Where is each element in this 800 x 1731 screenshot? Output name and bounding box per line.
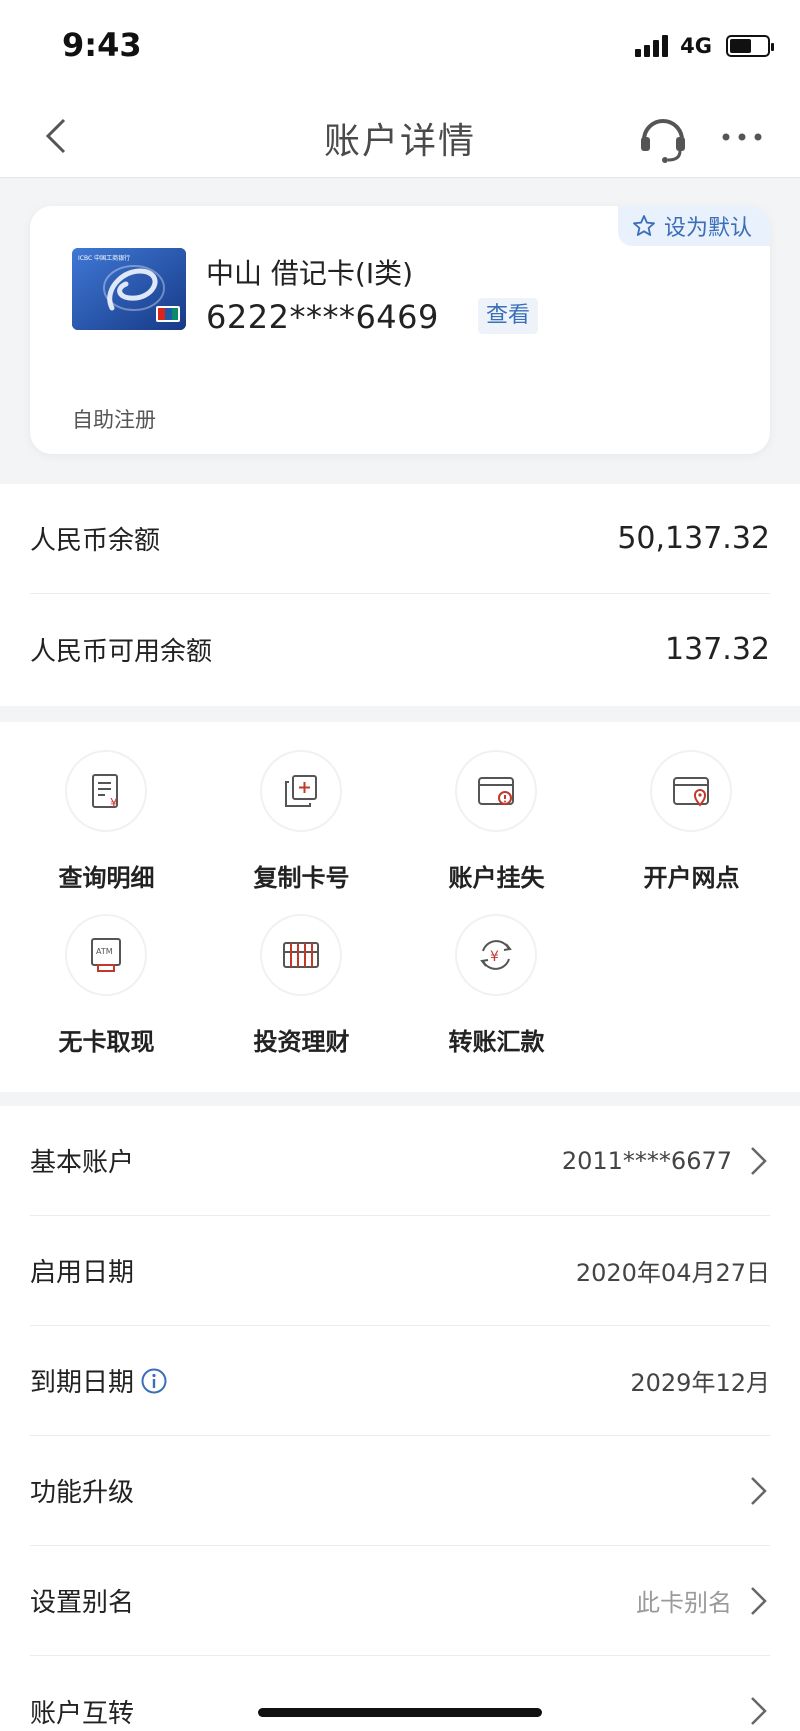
info-row-upgrade[interactable]: 功能升级 <box>30 1436 770 1546</box>
balance-value: 50,137.32 <box>617 521 770 556</box>
status-indicators: 4G <box>635 34 774 58</box>
info-row-start-date: 启用日期 2020年04月27日 <box>30 1216 770 1326</box>
action-icon-wrap: ATM <box>67 916 145 994</box>
action-icon-wrap: ¥ <box>457 916 535 994</box>
action-icon-wrap <box>262 916 340 994</box>
set-default-button[interactable]: 设为默认 <box>617 206 770 246</box>
action-label: 转账汇款 <box>448 1028 545 1056</box>
info-right: 2020年04月27日 <box>576 1253 770 1288</box>
svg-text:¥: ¥ <box>490 949 499 965</box>
star-icon <box>633 215 655 236</box>
available-balance-row: 人民币可用余额 137.32 <box>30 594 770 704</box>
balance-row: 人民币余额 50,137.32 <box>30 484 770 594</box>
action-query-details[interactable]: ¥ 查询明细 <box>9 722 204 892</box>
action-icon-wrap <box>457 752 535 830</box>
info-row-basic-account[interactable]: 基本账户 2011****6677 <box>30 1106 770 1216</box>
alias-placeholder: 此卡别名 <box>636 1589 732 1617</box>
card-section: 设为默认 ICBC 中国工商银行 中山 借记卡(Ⅰ类) 6222****6469… <box>0 178 800 484</box>
action-branch[interactable]: 开户网点 <box>594 722 789 892</box>
customer-service-button[interactable] <box>636 110 690 164</box>
action-report-loss[interactable]: 账户挂失 <box>399 722 594 892</box>
available-balance-label: 人民币可用余额 <box>30 636 213 667</box>
chevron-right-icon <box>751 1586 767 1615</box>
available-balance-value: 137.32 <box>665 631 770 667</box>
copy-icon <box>285 775 317 807</box>
card-name: 中山 借记卡(Ⅰ类) <box>206 257 414 290</box>
registration-type: 自助注册 <box>72 408 156 432</box>
info-value: 2011****6677 <box>561 1146 732 1175</box>
card-alert-icon <box>478 777 514 805</box>
action-copy-card-number[interactable]: 复制卡号 <box>204 722 399 892</box>
transfer-icon: ¥ <box>480 940 512 970</box>
more-dots-icon <box>722 133 762 141</box>
account-card: 设为默认 ICBC 中国工商银行 中山 借记卡(Ⅰ类) 6222****6469… <box>30 206 770 454</box>
info-label: 账户互转 <box>30 1698 135 1729</box>
chevron-right-icon <box>751 1476 767 1505</box>
set-default-label: 设为默认 <box>663 216 752 241</box>
action-icon-wrap <box>262 752 340 830</box>
info-label-wrap: 到期日期 <box>30 1362 168 1399</box>
atm-icon: ATM <box>91 938 121 972</box>
bank-card-graphic: ICBC 中国工商银行 <box>72 248 186 330</box>
headset-icon <box>641 119 685 163</box>
account-info-list: 基本账户 2011****6677 启用日期 2020年04月27日 到期日期 … <box>0 1106 800 1731</box>
action-label: 投资理财 <box>253 1028 350 1056</box>
statement-icon: ¥ <box>92 774 118 810</box>
info-right: 2011****6677 <box>562 1144 770 1178</box>
action-icon-wrap <box>652 752 730 830</box>
balance-label: 人民币余额 <box>30 526 161 556</box>
action-label: 开户网点 <box>643 864 740 892</box>
action-icon-wrap: ¥ <box>67 752 145 830</box>
actions-grid: ¥ 查询明细 复制卡号 账户挂失 开户网点 ATM 无卡取现 投资理财 ¥ 转账… <box>0 722 800 1092</box>
info-value: 2020年04月27日 <box>575 1259 770 1287</box>
network-label: 4G <box>680 34 712 58</box>
status-time: 9:43 <box>62 26 142 64</box>
info-label: 设置别名 <box>30 1588 135 1618</box>
card-location-icon <box>673 777 709 807</box>
info-label: 基本账户 <box>30 1148 135 1178</box>
bank-card-image: ICBC 中国工商银行 <box>72 248 186 330</box>
info-icon[interactable] <box>140 1367 168 1395</box>
home-indicator <box>258 1708 542 1717</box>
more-button[interactable] <box>720 120 764 154</box>
info-row-alias[interactable]: 设置别名 此卡别名 <box>30 1546 770 1656</box>
info-value: 2029年12月 <box>630 1369 770 1397</box>
abacus-icon <box>283 942 319 968</box>
chevron-right-icon <box>751 1697 767 1725</box>
battery-icon <box>726 35 774 57</box>
action-cardless-withdrawal[interactable]: ATM 无卡取现 <box>9 886 204 1056</box>
info-label: 功能升级 <box>30 1478 135 1508</box>
action-transfer[interactable]: ¥ 转账汇款 <box>399 886 594 1056</box>
info-right: 2029年12月 <box>630 1363 770 1398</box>
svg-text:ATM: ATM <box>96 947 113 956</box>
status-bar: 9:43 4G <box>0 0 800 96</box>
view-card-number-button[interactable]: 查看 <box>478 298 539 334</box>
action-label: 无卡取现 <box>58 1028 155 1056</box>
signal-icon <box>635 35 669 57</box>
bank-logo-text: ICBC 中国工商银行 <box>78 254 130 262</box>
info-label: 启用日期 <box>30 1258 135 1288</box>
info-right <box>748 1694 770 1728</box>
action-investment[interactable]: 投资理财 <box>204 886 399 1056</box>
info-row-expiry-date: 到期日期 2029年12月 <box>30 1326 770 1436</box>
balances-section: 人民币余额 50,137.32 人民币可用余额 137.32 <box>0 484 800 706</box>
chevron-right-icon <box>751 1146 767 1175</box>
info-row-account-transfer[interactable]: 账户互转 <box>30 1656 770 1731</box>
nav-bar: 账户详情 <box>0 96 800 178</box>
info-label: 到期日期 <box>30 1368 135 1398</box>
svg-text:¥: ¥ <box>110 796 118 810</box>
card-number: 6222****6469 <box>206 298 439 336</box>
info-right <box>748 1474 770 1508</box>
info-right: 此卡别名 <box>636 1583 770 1618</box>
